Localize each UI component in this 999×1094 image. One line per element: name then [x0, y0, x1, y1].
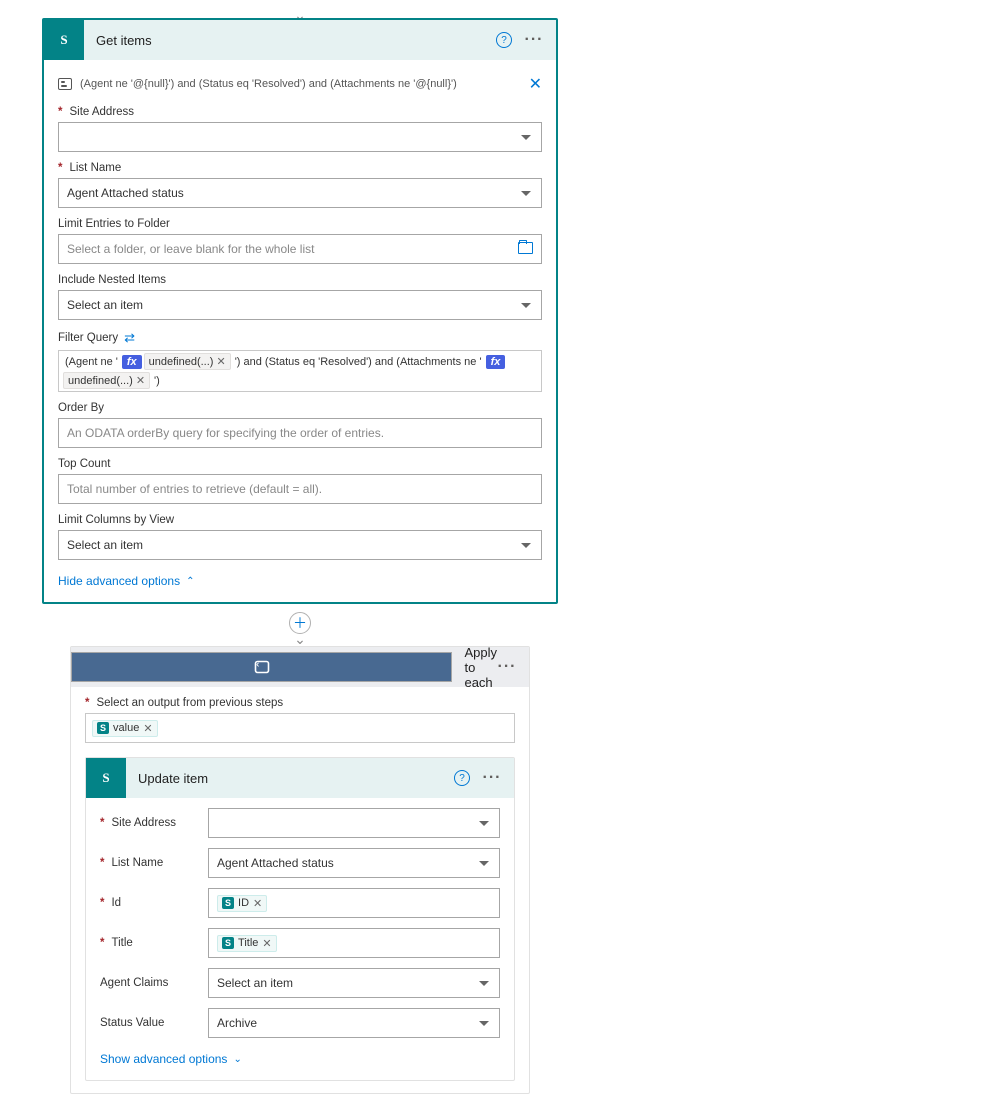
code-peek-icon [58, 78, 72, 90]
filter-query-input[interactable]: (Agent ne ' fx undefined(...)✕ ') and (S… [58, 350, 542, 392]
top-count-input[interactable]: Total number of entries to retrieve (def… [58, 474, 542, 504]
help-icon: ? [496, 32, 512, 48]
help-button[interactable]: ? [452, 768, 472, 788]
code-peek-row: (Agent ne '@{null}') and (Status eq 'Res… [58, 70, 542, 106]
list-name-dropdown[interactable]: Agent Attached status [58, 178, 542, 208]
list-name-label: List Name [111, 857, 163, 869]
limit-folder-label: Limit Entries to Folder [58, 218, 170, 230]
code-peek-text: (Agent ne '@{null}') and (Status eq 'Res… [80, 78, 457, 90]
remove-token-icon[interactable]: ✕ [262, 937, 271, 950]
expression-token[interactable]: undefined(...)✕ [144, 353, 231, 370]
remove-token-icon[interactable]: ✕ [216, 355, 225, 368]
help-button[interactable]: ? [494, 30, 514, 50]
id-label: Id [111, 897, 121, 909]
status-value-label: Status Value [100, 1017, 164, 1029]
close-peek-icon[interactable]: ✕ [529, 74, 542, 94]
top-count-label: Top Count [58, 458, 110, 470]
dynamic-content-token[interactable]: S ID ✕ [217, 895, 267, 912]
order-by-input[interactable]: An ODATA orderBy query for specifying th… [58, 418, 542, 448]
include-nested-label: Include Nested Items [58, 274, 166, 286]
agent-claims-label: Agent Claims [100, 977, 168, 989]
card-header[interactable]: S Get items ? ··· [44, 20, 556, 60]
help-icon: ? [454, 770, 470, 786]
site-address-label: Site Address [69, 106, 134, 118]
site-address-dropdown[interactable] [208, 808, 500, 838]
more-menu-button[interactable]: ··· [497, 657, 517, 677]
hide-advanced-toggle[interactable]: Hide advanced options⌃ [58, 574, 194, 588]
limit-folder-input[interactable]: Select a folder, or leave blank for the … [58, 234, 542, 264]
sharepoint-icon: S [86, 758, 126, 798]
list-name-dropdown[interactable]: Agent Attached status [208, 848, 500, 878]
filter-query-label: Filter Query [58, 332, 118, 344]
status-value-dropdown[interactable]: Archive [208, 1008, 500, 1038]
show-advanced-toggle[interactable]: Show advanced options⌄ [100, 1052, 242, 1066]
include-nested-dropdown[interactable]: Select an item [58, 290, 542, 320]
action-card-apply-to-each: Apply to each ··· *Select an output from… [70, 646, 530, 1094]
card-header[interactable]: S Update item ? ··· [86, 758, 514, 798]
limit-cols-label: Limit Columns by View [58, 514, 174, 526]
chevron-up-icon: ⌃ [186, 576, 194, 587]
action-card-update-item: S Update item ? ··· *Site Address *List … [85, 757, 515, 1081]
swap-mode-icon[interactable]: ⇄ [124, 330, 135, 346]
sharepoint-badge-icon: S [222, 897, 234, 909]
dynamic-content-token[interactable]: S Title ✕ [217, 935, 277, 952]
sharepoint-badge-icon: S [222, 937, 234, 949]
list-name-label: List Name [69, 162, 121, 174]
action-card-get-items: S Get items ? ··· (Agent ne '@{null}') a… [42, 18, 558, 604]
fx-token[interactable]: fx [486, 355, 506, 369]
site-address-dropdown[interactable] [58, 122, 542, 152]
select-output-label: Select an output from previous steps [96, 697, 283, 709]
title-input[interactable]: S Title ✕ [208, 928, 500, 958]
expression-token[interactable]: undefined(...)✕ [63, 372, 150, 389]
remove-token-icon[interactable]: ✕ [143, 722, 152, 735]
remove-token-icon[interactable]: ✕ [136, 374, 145, 387]
fx-token[interactable]: fx [122, 355, 142, 369]
id-input[interactable]: S ID ✕ [208, 888, 500, 918]
sharepoint-icon: S [44, 20, 84, 60]
select-output-input[interactable]: S value ✕ [85, 713, 515, 743]
card-title: Update item [126, 771, 452, 786]
limit-cols-dropdown[interactable]: Select an item [58, 530, 542, 560]
card-title: Apply to each [452, 645, 497, 690]
order-by-label: Order By [58, 402, 104, 414]
loop-icon [71, 652, 452, 682]
sharepoint-badge-icon: S [97, 722, 109, 734]
title-label: Title [111, 937, 132, 949]
chevron-down-icon: ⌄ [233, 1054, 241, 1065]
more-menu-button[interactable]: ··· [524, 30, 544, 50]
more-menu-button[interactable]: ··· [482, 768, 502, 788]
card-header[interactable]: Apply to each ··· [71, 647, 529, 687]
connector-arrow: ⌄ [294, 636, 306, 642]
card-title: Get items [84, 33, 494, 48]
remove-token-icon[interactable]: ✕ [253, 897, 262, 910]
site-address-label: Site Address [111, 817, 176, 829]
agent-claims-dropdown[interactable]: Select an item [208, 968, 500, 998]
dynamic-content-token[interactable]: S value ✕ [92, 720, 158, 737]
